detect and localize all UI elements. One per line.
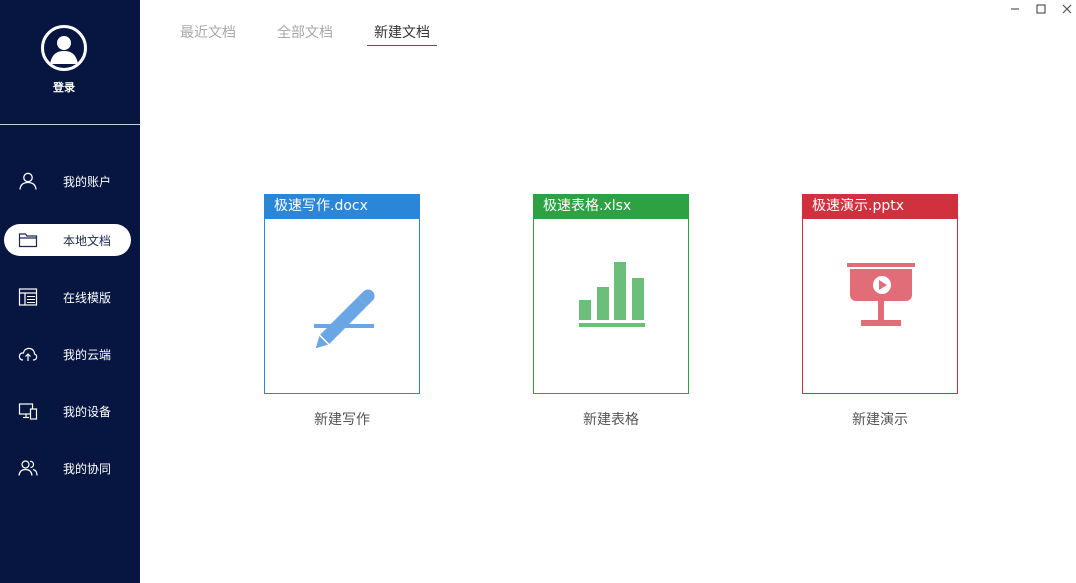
tab-recent-docs[interactable]: 最近文档 <box>180 22 236 46</box>
new-docx-card[interactable]: 极速写作.docx <box>264 194 420 394</box>
sidebar-item-local-docs[interactable]: 本地文档 <box>4 224 131 256</box>
sidebar-item-templates[interactable]: 在线模版 <box>4 281 131 313</box>
sidebar-item-label: 我的账户 <box>63 175 112 189</box>
sidebar-item-cloud[interactable]: 我的云端 <box>4 338 131 370</box>
new-xlsx-card[interactable]: 极速表格.xlsx <box>533 194 689 394</box>
template-icon <box>18 288 38 306</box>
login-label[interactable]: 登录 <box>0 79 128 95</box>
sidebar-divider <box>0 124 140 125</box>
card-header: 极速表格.xlsx <box>533 194 689 219</box>
bar-chart-icon <box>579 262 645 327</box>
new-spreadsheet-label[interactable]: 新建表格 <box>533 409 689 429</box>
cloud-upload-icon <box>18 347 38 361</box>
tab-new-doc[interactable]: 新建文档 <box>374 22 430 46</box>
minimize-icon[interactable] <box>1007 1 1023 17</box>
user-icon <box>19 172 37 190</box>
collaborate-icon <box>18 460 38 476</box>
new-pptx-card[interactable]: 极速演示.pptx <box>802 194 958 394</box>
sidebar-item-collaborate[interactable]: 我的协同 <box>4 452 131 484</box>
card-header: 极速演示.pptx <box>802 194 958 219</box>
sidebar-item-label: 本地文档 <box>63 234 112 248</box>
active-tab-underline <box>367 45 437 46</box>
sidebar-item-account[interactable]: 我的账户 <box>4 165 131 197</box>
sidebar-item-label: 我的协同 <box>63 462 112 476</box>
maximize-icon[interactable] <box>1033 1 1049 17</box>
sidebar: 登录 我的账户 本地文档 在线模版 我的云端 我的设备 我的协同 <box>0 0 140 583</box>
avatar-icon[interactable] <box>41 25 87 71</box>
devices-icon <box>18 403 38 420</box>
sidebar-item-label: 在线模版 <box>63 291 112 305</box>
new-writing-label[interactable]: 新建写作 <box>264 409 420 429</box>
folder-icon <box>18 233 38 248</box>
tab-all-docs[interactable]: 全部文档 <box>277 22 333 46</box>
card-header: 极速写作.docx <box>264 194 420 219</box>
sidebar-item-label: 我的设备 <box>63 405 112 419</box>
close-icon[interactable] <box>1059 1 1075 17</box>
sidebar-item-devices[interactable]: 我的设备 <box>4 395 131 427</box>
sidebar-item-label: 我的云端 <box>63 348 112 362</box>
new-presentation-label[interactable]: 新建演示 <box>802 409 958 429</box>
presentation-icon <box>847 263 915 326</box>
pencil-icon <box>314 289 375 349</box>
